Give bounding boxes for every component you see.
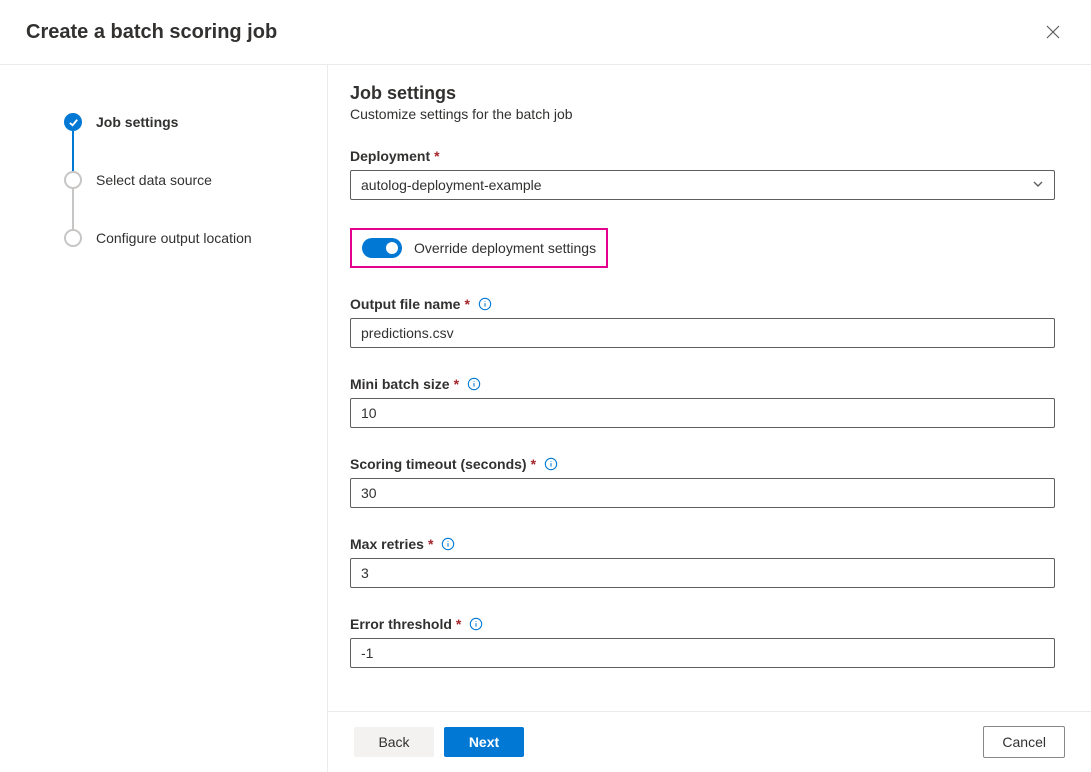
step-marker-done-icon [64,113,82,131]
info-icon[interactable] [469,617,483,631]
info-icon[interactable] [441,537,455,551]
mini-batch-size-input[interactable] [350,398,1055,428]
max-retries-label: Max retries * [350,536,1055,552]
step-marker-pending-icon [64,229,82,247]
step-connector [72,189,74,229]
deployment-label: Deployment * [350,148,1055,164]
scoring-timeout-input[interactable] [350,478,1055,508]
step-label: Job settings [96,114,178,130]
step-connector [72,131,74,171]
section-heading: Job settings [350,83,1055,104]
error-threshold-label: Error threshold * [350,616,1055,632]
output-file-name-label: Output file name * [350,296,1055,312]
close-button[interactable] [1039,18,1067,46]
step-marker-pending-icon [64,171,82,189]
output-file-name-input[interactable] [350,318,1055,348]
override-toggle[interactable] [362,238,402,258]
scoring-timeout-label: Scoring timeout (seconds) * [350,456,1055,472]
step-configure-output-location[interactable]: Configure output location [64,229,307,247]
step-select-data-source[interactable]: Select data source [64,171,307,189]
cancel-button[interactable]: Cancel [983,726,1065,758]
deployment-select[interactable]: autolog-deployment-example [350,170,1055,200]
info-icon[interactable] [467,377,481,391]
info-icon[interactable] [544,457,558,471]
max-retries-input[interactable] [350,558,1055,588]
wizard-steps: Job settings Select data source Configur… [0,65,327,772]
chevron-down-icon [1032,177,1044,193]
step-label: Configure output location [96,230,252,246]
override-deployment-settings-group: Override deployment settings [350,228,608,268]
back-button[interactable]: Back [354,727,434,757]
info-icon[interactable] [478,297,492,311]
mini-batch-size-label: Mini batch size * [350,376,1055,392]
deployment-select-value: autolog-deployment-example [361,177,542,193]
override-toggle-label: Override deployment settings [414,240,596,256]
next-button[interactable]: Next [444,727,524,757]
section-subtitle: Customize settings for the batch job [350,106,1055,122]
step-label: Select data source [96,172,212,188]
dialog-title: Create a batch scoring job [26,21,277,44]
close-icon [1046,25,1060,39]
error-threshold-input[interactable] [350,638,1055,668]
step-job-settings[interactable]: Job settings [64,113,307,131]
